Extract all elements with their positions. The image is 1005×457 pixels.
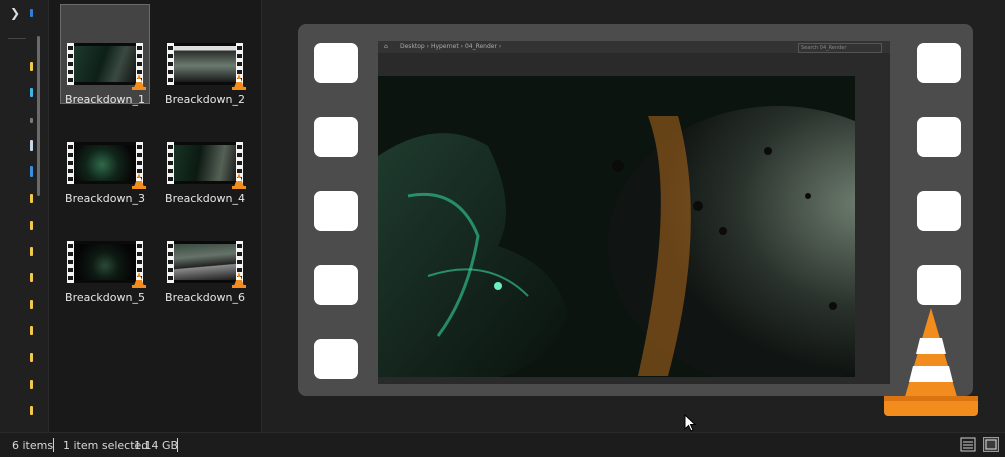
folder-icon[interactable] [30, 406, 33, 415]
file-item[interactable]: Breackdown_6 [161, 203, 249, 304]
folder-icon[interactable] [30, 273, 33, 282]
large-icons-view-icon[interactable] [983, 437, 999, 452]
vlc-cone-icon [132, 173, 146, 189]
sprocket-hole [314, 339, 358, 379]
file-item[interactable]: Breackdown_3 [61, 104, 149, 205]
video-thumbnail [167, 43, 246, 90]
folder-icon[interactable] [30, 62, 33, 71]
chevron-right-icon[interactable]: ❯ [8, 6, 22, 20]
navigation-pane: ❯ [0, 0, 49, 432]
video-thumbnail [67, 43, 146, 90]
vlc-cone-icon [232, 173, 246, 189]
item-count: 6 items [12, 439, 54, 452]
file-item[interactable]: Breackdown_2 [161, 5, 249, 106]
nav-accent-indicator [30, 9, 33, 17]
file-list: Breackdown_1 Breackdown_2 Breackdown_3 B… [49, 0, 261, 432]
status-bar: 6 items 1 item selected 1.14 GB [0, 432, 1005, 457]
drive-icon[interactable] [30, 118, 33, 123]
sprocket-hole [917, 191, 961, 231]
preview-frame: ⌂ Desktop › Hypernet › 04_Render › Searc… [378, 41, 890, 384]
nav-scrollbar[interactable] [37, 36, 40, 196]
vlc-cone-icon [132, 272, 146, 288]
sprocket-hole [314, 191, 358, 231]
folder-icon[interactable] [30, 326, 33, 335]
folder-icon[interactable] [30, 194, 33, 203]
vlc-cone-icon [232, 272, 246, 288]
film-reel-icon: ⌂ Desktop › Hypernet › 04_Render › Searc… [298, 24, 973, 396]
drive-icon[interactable] [30, 166, 33, 177]
folder-icon[interactable] [30, 300, 33, 309]
folder-icon[interactable] [30, 247, 33, 256]
file-item[interactable]: Breackdown_1 [60, 4, 150, 106]
preview-address-bar: ⌂ Desktop › Hypernet › 04_Render › Searc… [378, 41, 890, 53]
video-thumbnail [67, 142, 146, 189]
video-thumbnail [167, 142, 246, 189]
mouse-cursor-icon [684, 414, 696, 432]
sprocket-hole [917, 117, 961, 157]
file-name: Breackdown_6 [165, 291, 245, 304]
video-thumbnail [67, 241, 146, 288]
folder-icon[interactable] [30, 380, 33, 389]
video-frame [378, 76, 855, 377]
selection-size: 1.14 GB [134, 439, 179, 452]
file-name: Breackdown_5 [65, 291, 145, 304]
details-view-icon[interactable] [960, 437, 976, 452]
file-item[interactable]: Breackdown_5 [61, 203, 149, 304]
vlc-cone-icon [232, 74, 246, 90]
folder-icon[interactable] [30, 221, 33, 230]
vlc-cone-icon [132, 74, 146, 90]
preview-pane: ⌂ Desktop › Hypernet › 04_Render › Searc… [262, 0, 1005, 432]
folder-icon[interactable] [30, 88, 33, 97]
status-separator [53, 438, 54, 452]
sprocket-hole [314, 265, 358, 305]
preview-breadcrumb: Desktop › Hypernet › 04_Render › [400, 43, 502, 50]
video-thumbnail [167, 241, 246, 288]
drive-icon[interactable] [30, 140, 33, 151]
nav-separator [8, 38, 26, 39]
sprocket-hole [314, 43, 358, 83]
preview-search-box: Search 04_Render [798, 43, 882, 53]
sprocket-hole [917, 43, 961, 83]
sprocket-hole [314, 117, 358, 157]
file-item[interactable]: Breackdown_4 [161, 104, 249, 205]
sprocket-hole [917, 265, 961, 305]
folder-icon[interactable] [30, 353, 33, 362]
status-separator [177, 438, 178, 452]
vlc-cone-icon [884, 308, 978, 416]
